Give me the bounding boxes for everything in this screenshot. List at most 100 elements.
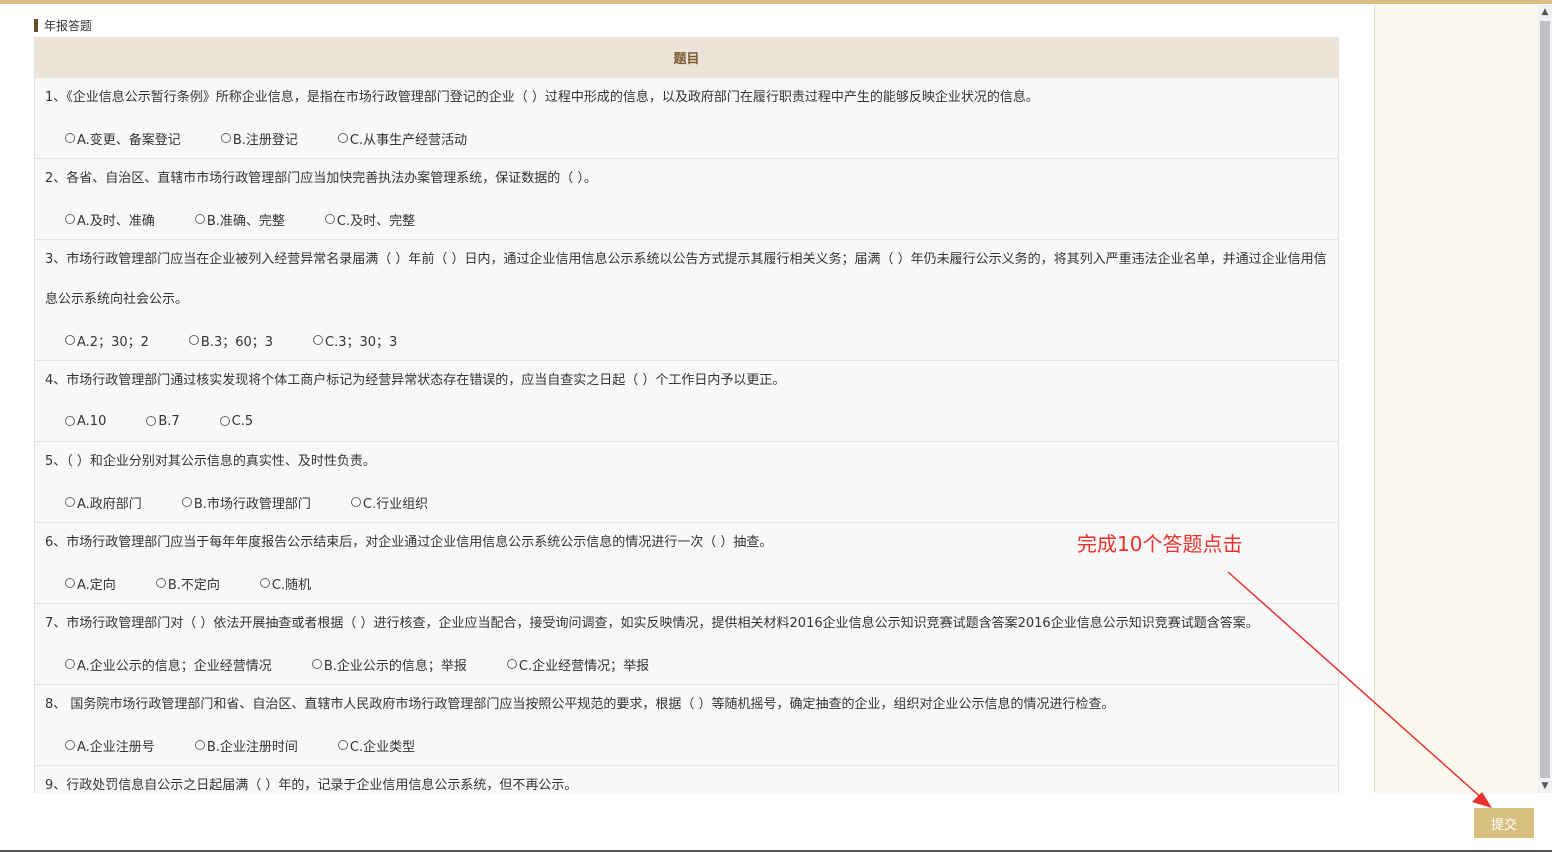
radio-icon[interactable]: [146, 416, 157, 426]
side-panel: [1375, 5, 1538, 793]
annotation-text: 完成10个答题点击: [1077, 532, 1243, 556]
question-2: 2、各省、自治区、直辖市市场行政管理部门应当加快完善执法办案管理系统，保证数据的…: [35, 159, 1338, 240]
option-a[interactable]: A.定向: [65, 574, 116, 593]
option-b[interactable]: B.7: [146, 413, 180, 429]
question-4: 4、市场行政管理部门通过核实发现将个体工商户标记为经营异常状态存在错误的，应当自…: [35, 361, 1338, 442]
option-label: A.企业注册号: [77, 739, 155, 755]
option-label: A.10: [77, 413, 107, 429]
option-a[interactable]: A.10: [65, 414, 106, 429]
radio-icon[interactable]: [65, 335, 75, 345]
question-options: A.及时、准确 B.准确、完整 C.及时、完整: [45, 199, 1328, 239]
option-c[interactable]: C.行业组织: [350, 493, 429, 512]
section-title-text: 年报答题: [44, 19, 93, 33]
question-text: 8、 国务院市场行政管理部门和省、自治区、直辖市人民政府市场行政管理部门应当按照…: [45, 697, 1115, 712]
radio-icon[interactable]: [313, 335, 324, 345]
option-label: C.5: [231, 413, 254, 429]
option-label: B.注册登记: [232, 132, 298, 148]
option-a[interactable]: A.企业注册号: [65, 736, 155, 755]
question-text: 3、市场行政管理部门应当在企业被列入经营异常名录届满（ ）年前（ ）日内，通过企…: [45, 252, 1327, 307]
quiz-table: 题目 1、《企业信息公示暂行条例》所称企业信息，是指在市场行政管理部门登记的企业…: [34, 37, 1339, 807]
radio-icon[interactable]: [337, 133, 348, 143]
radio-icon[interactable]: [65, 214, 75, 224]
radio-icon[interactable]: [350, 497, 361, 507]
question-options: A.企业公示的信息；企业经营情况 B.企业公示的信息；举报 C.企业经营情况；举…: [45, 644, 1328, 684]
option-label: C.企业经营情况；举报: [518, 658, 650, 674]
submit-button[interactable]: 提交: [1474, 808, 1534, 838]
option-label: C.随机: [271, 577, 312, 593]
option-c[interactable]: C.5: [219, 413, 254, 429]
question-options: A.2；30；2 B.3；60；3 C.3；30；3: [45, 320, 1328, 360]
option-label: A.企业公示的信息；企业经营情况: [77, 658, 272, 674]
option-b[interactable]: B.3；60；3: [188, 331, 274, 350]
option-label: C.行业组织: [362, 496, 429, 512]
question-8: 8、 国务院市场行政管理部门和省、自治区、直辖市人民政府市场行政管理部门应当按照…: [35, 685, 1338, 766]
option-a[interactable]: A.2；30；2: [65, 331, 149, 350]
radio-icon[interactable]: [65, 416, 75, 426]
option-label: C.企业类型: [349, 739, 416, 755]
radio-icon[interactable]: [220, 133, 231, 143]
option-label: B.7: [158, 413, 180, 429]
option-b[interactable]: B.不定向: [155, 574, 220, 593]
option-a[interactable]: A.变更、备案登记: [65, 129, 181, 148]
scrollbar-thumb[interactable]: [1540, 21, 1550, 778]
bottom-bar: [0, 793, 1552, 852]
radio-icon[interactable]: [188, 335, 199, 345]
option-b[interactable]: B.市场行政管理部门: [181, 493, 311, 512]
question-options: A.政府部门 B.市场行政管理部门 C.行业组织: [45, 482, 1328, 522]
option-label: C.从事生产经营活动: [349, 132, 468, 148]
radio-icon[interactable]: [65, 659, 75, 669]
radio-icon[interactable]: [65, 133, 75, 143]
question-options: A.变更、备案登记 B.注册登记 C.从事生产经营活动: [45, 118, 1328, 158]
option-label: B.企业公示的信息；举报: [323, 658, 467, 674]
option-label: B.3；60；3: [200, 334, 274, 350]
radio-icon[interactable]: [219, 416, 230, 426]
option-c[interactable]: C.3；30；3: [313, 331, 397, 350]
section-title: 年报答题: [34, 17, 92, 34]
option-a[interactable]: A.政府部门: [65, 493, 142, 512]
scroll-up-arrow-icon[interactable]: ▲: [1538, 5, 1552, 19]
question-text: 2、各省、自治区、直辖市市场行政管理部门应当加快完善执法办案管理系统，保证数据的…: [45, 171, 597, 186]
radio-icon[interactable]: [194, 740, 205, 750]
radio-icon[interactable]: [506, 659, 517, 669]
question-5: 5、（ ）和企业分别对其公示信息的真实性、及时性负责。 A.政府部门 B.市场行…: [35, 442, 1338, 523]
option-c[interactable]: C.随机: [259, 574, 312, 593]
question-options: A.定向 B.不定向 C.随机: [45, 563, 1328, 603]
question-text: 4、市场行政管理部门通过核实发现将个体工商户标记为经营异常状态存在错误的，应当自…: [45, 373, 786, 388]
quiz-header: 题目: [35, 37, 1338, 78]
scroll-down-arrow-icon[interactable]: ▼: [1538, 779, 1552, 793]
option-a[interactable]: A.企业公示的信息；企业经营情况: [65, 655, 272, 674]
option-label: C.及时、完整: [336, 213, 416, 229]
option-label: B.准确、完整: [206, 213, 285, 229]
radio-icon[interactable]: [155, 578, 166, 588]
option-b[interactable]: B.企业公示的信息；举报: [311, 655, 467, 674]
option-c[interactable]: C.企业经营情况；举报: [506, 655, 650, 674]
option-b[interactable]: B.企业注册时间: [194, 736, 298, 755]
radio-icon[interactable]: [181, 497, 192, 507]
top-accent-strip: [0, 0, 1552, 4]
radio-icon[interactable]: [65, 740, 75, 750]
option-label: B.市场行政管理部门: [193, 496, 311, 512]
option-label: A.变更、备案登记: [77, 132, 181, 148]
radio-icon[interactable]: [65, 497, 75, 507]
option-c[interactable]: C.企业类型: [337, 736, 416, 755]
option-label: C.3；30；3: [325, 334, 398, 350]
option-label: A.政府部门: [77, 496, 142, 512]
option-label: B.不定向: [167, 577, 220, 593]
question-text: 1、《企业信息公示暂行条例》所称企业信息，是指在市场行政管理部门登记的企业（ ）…: [45, 90, 1039, 105]
radio-icon[interactable]: [324, 214, 335, 224]
option-c[interactable]: C.及时、完整: [324, 210, 416, 229]
vertical-scrollbar[interactable]: ▲ ▼: [1538, 5, 1552, 793]
radio-icon[interactable]: [65, 578, 75, 588]
radio-icon[interactable]: [337, 740, 348, 750]
radio-icon[interactable]: [311, 659, 322, 669]
option-c[interactable]: C.从事生产经营活动: [337, 129, 468, 148]
question-1: 1、《企业信息公示暂行条例》所称企业信息，是指在市场行政管理部门登记的企业（ ）…: [35, 78, 1338, 159]
radio-icon[interactable]: [259, 578, 270, 588]
option-label: A.2；30；2: [77, 334, 149, 350]
option-label: A.及时、准确: [77, 213, 155, 229]
radio-icon[interactable]: [194, 214, 205, 224]
option-b[interactable]: B.注册登记: [220, 129, 298, 148]
option-a[interactable]: A.及时、准确: [65, 210, 155, 229]
option-b[interactable]: B.准确、完整: [194, 210, 285, 229]
question-3: 3、市场行政管理部门应当在企业被列入经营异常名录届满（ ）年前（ ）日内，通过企…: [35, 240, 1338, 361]
